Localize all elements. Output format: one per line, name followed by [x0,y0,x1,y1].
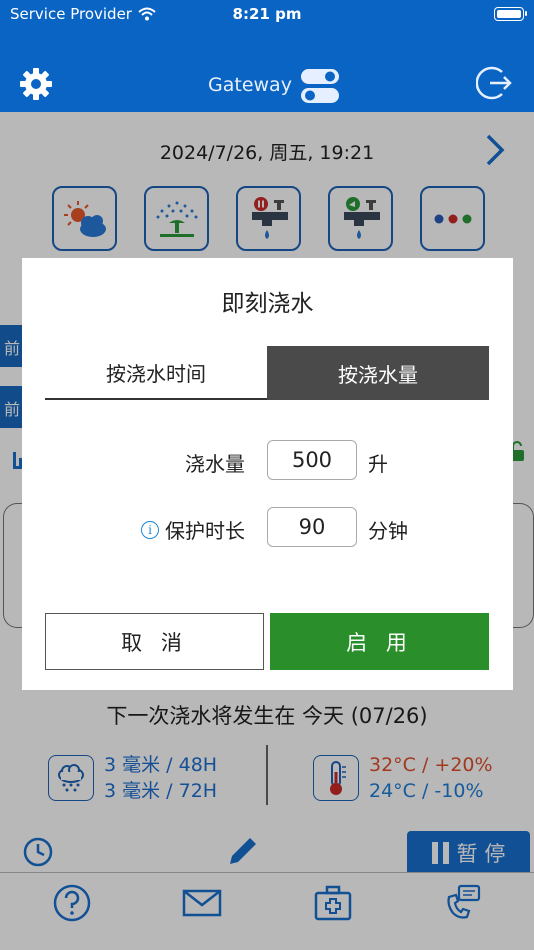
status-bar: Service Provider 8:21 pm [0,0,534,30]
protect-duration-input[interactable] [267,507,357,547]
protect-row: i 保护时长 分钟 [22,507,513,549]
tab-by-amount[interactable]: 按浇水量 [267,346,489,400]
status-time: 8:21 pm [232,5,302,23]
protect-label: 保护时长 [165,519,245,543]
water-now-dialog: 即刻浇水 按浇水时间 按浇水量 浇水量 升 i 保护时长 分钟 取 消 启 用 [22,258,513,690]
amount-input[interactable] [267,440,357,480]
battery-icon [494,7,527,21]
gear-icon[interactable] [18,66,54,102]
dialog-title: 即刻浇水 [221,291,314,317]
amount-label: 浇水量 [185,452,245,476]
cancel-button[interactable]: 取 消 [45,613,264,670]
amount-row: 浇水量 升 [22,440,513,482]
watering-mode-segmented: 按浇水时间 按浇水量 [45,346,489,400]
logout-icon[interactable] [476,64,514,102]
gateway-toggle-icon[interactable] [300,68,340,104]
tab-by-time[interactable]: 按浇水时间 [45,346,267,400]
enable-button[interactable]: 启 用 [270,613,489,670]
amount-unit: 升 [368,452,388,476]
app-header: Service Provider 8:21 pm Gateway [0,0,534,112]
info-icon[interactable]: i [141,520,159,539]
protect-unit: 分钟 [368,519,408,543]
gateway-title[interactable]: Gateway [208,74,292,96]
